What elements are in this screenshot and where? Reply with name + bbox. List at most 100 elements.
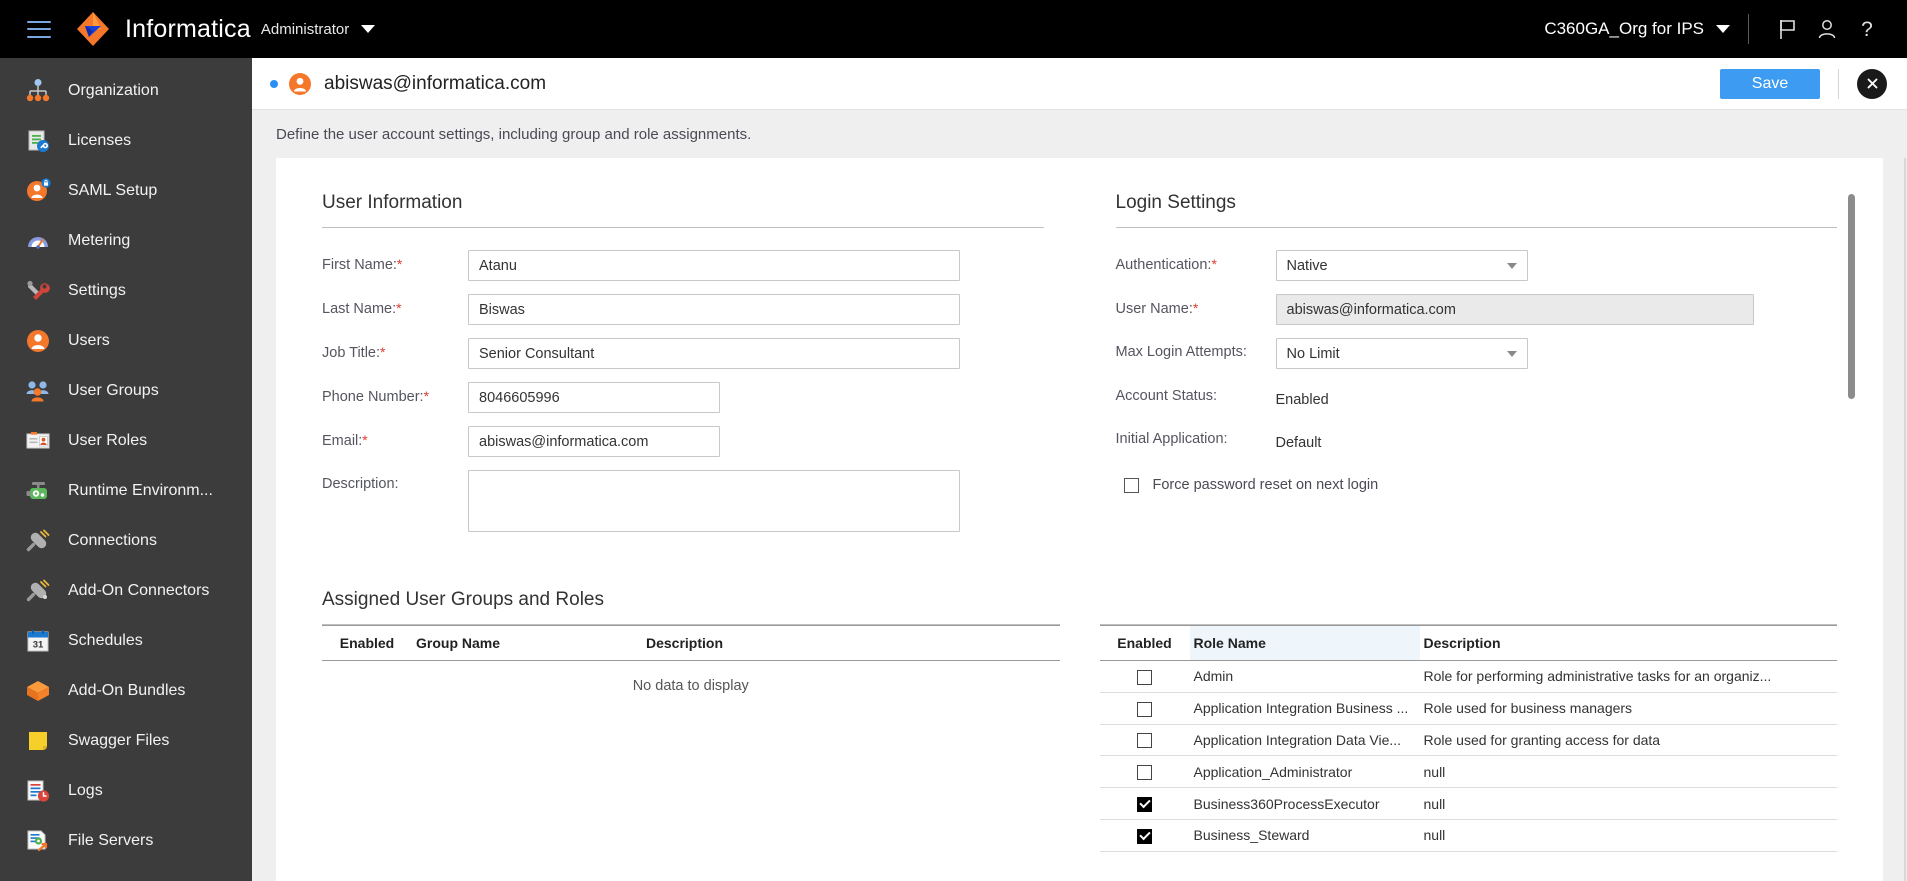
role-enabled-cell bbox=[1099, 787, 1190, 820]
informatica-logo-icon bbox=[77, 12, 109, 46]
groups-table-header-row: Enabled Group Name Description bbox=[322, 625, 1060, 661]
sidebar-item-file-servers[interactable]: File Servers bbox=[0, 816, 252, 866]
sidebar-item-logs[interactable]: Logs bbox=[0, 766, 252, 816]
page-header: abiswas@informatica.com Save bbox=[252, 58, 1907, 110]
role-enabled-checkbox[interactable] bbox=[1137, 796, 1152, 812]
page-title: abiswas@informatica.com bbox=[324, 72, 547, 94]
role-enabled-cell bbox=[1099, 724, 1190, 757]
max-login-attempts-select[interactable] bbox=[1275, 338, 1528, 369]
phone-number-input[interactable] bbox=[468, 382, 720, 413]
max-login-attempts-select-wrapper[interactable] bbox=[1275, 338, 1528, 369]
groups-header-enabled[interactable]: Enabled bbox=[322, 625, 412, 661]
org-chevron-down-icon[interactable] bbox=[1716, 25, 1730, 33]
roles-header-description[interactable]: Description bbox=[1419, 625, 1837, 661]
role-enabled-checkbox[interactable] bbox=[1137, 828, 1152, 844]
table-row[interactable]: Business_Steward null bbox=[1099, 819, 1837, 852]
sidebar-item-organization[interactable]: Organization bbox=[0, 66, 252, 116]
sidebar-item-licenses[interactable]: Licenses bbox=[0, 116, 252, 166]
table-row[interactable]: Application_Administrator null bbox=[1099, 755, 1837, 789]
authentication-select[interactable] bbox=[1275, 250, 1528, 281]
help-icon[interactable]: ? bbox=[1847, 9, 1887, 49]
required-marker: * bbox=[1192, 300, 1199, 316]
settings-tools-icon bbox=[24, 277, 52, 305]
page-header-divider bbox=[1838, 68, 1839, 99]
role-name-cell: Business360ProcessExecutor bbox=[1189, 787, 1420, 820]
role-enabled-checkbox[interactable] bbox=[1137, 701, 1152, 717]
field-first-name: First Name:* bbox=[322, 250, 1044, 281]
sidebar-item-swagger-files[interactable]: Swagger Files bbox=[0, 716, 252, 766]
phone-number-label: Phone Number:* bbox=[322, 382, 468, 405]
user-name-input bbox=[1275, 294, 1754, 325]
table-row[interactable]: Application Integration Data Vie... Role … bbox=[1099, 724, 1837, 757]
sidebar-item-label: Connections bbox=[68, 532, 157, 549]
roles-header-role-name[interactable]: Role Name bbox=[1189, 625, 1420, 661]
first-name-input[interactable] bbox=[468, 250, 960, 281]
roles-header-enabled[interactable]: Enabled bbox=[1099, 625, 1190, 661]
role-enabled-checkbox[interactable] bbox=[1137, 765, 1152, 781]
sidebar-item-user-roles[interactable]: User Roles bbox=[0, 416, 252, 466]
flag-icon[interactable] bbox=[1767, 9, 1807, 49]
user-icon bbox=[24, 327, 52, 355]
sidebar-item-label: Organization bbox=[68, 82, 159, 99]
app-shell: Organization Licenses SAML Setup Meterin… bbox=[0, 58, 1907, 881]
required-marker: * bbox=[1211, 256, 1217, 272]
svg-text:31: 31 bbox=[33, 640, 44, 651]
hamburger-menu-icon[interactable] bbox=[27, 20, 51, 38]
sidebar-item-label: Users bbox=[68, 332, 110, 349]
authentication-label-text: Authentication: bbox=[1115, 257, 1212, 273]
role-name-cell: Application_Administrator bbox=[1189, 755, 1420, 789]
sidebar-item-runtime-environments[interactable]: Runtime Environm... bbox=[0, 466, 252, 516]
sidebar-item-schedules[interactable]: 31 Schedules bbox=[0, 616, 252, 666]
file-servers-icon bbox=[24, 827, 52, 855]
content-scrollbar-thumb[interactable] bbox=[1848, 194, 1855, 399]
authentication-label: Authentication:* bbox=[1116, 250, 1276, 273]
sidebar-item-metering[interactable]: Metering bbox=[0, 216, 252, 266]
user-icon[interactable] bbox=[1807, 9, 1847, 49]
table-row[interactable]: Business360ProcessExecutor null bbox=[1099, 787, 1837, 820]
saml-user-lock-icon bbox=[24, 177, 52, 205]
role-enabled-checkbox[interactable] bbox=[1137, 733, 1152, 749]
force-password-reset-checkbox[interactable] bbox=[1123, 477, 1139, 493]
form-columns: User Information First Name:* Last Name:… bbox=[322, 192, 1837, 545]
description-textarea[interactable] bbox=[468, 470, 960, 532]
outer-scroll-track[interactable] bbox=[1904, 158, 1906, 881]
save-button[interactable]: Save bbox=[1720, 68, 1820, 99]
content-scroll-region: User Information First Name:* Last Name:… bbox=[252, 158, 1907, 881]
sidebar-item-label: Schedules bbox=[68, 632, 143, 649]
addon-bundle-box-icon bbox=[24, 677, 52, 705]
content-scrollbar[interactable] bbox=[1848, 194, 1855, 714]
required-marker: * bbox=[380, 344, 386, 360]
brand-chevron-down-icon[interactable] bbox=[361, 25, 376, 33]
role-enabled-checkbox[interactable] bbox=[1137, 669, 1152, 685]
email-input[interactable] bbox=[468, 426, 720, 457]
job-title-input[interactable] bbox=[468, 338, 960, 369]
roles-table-header-row: Enabled Role Name Description bbox=[1099, 625, 1837, 661]
sidebar-item-users[interactable]: Users bbox=[0, 316, 252, 366]
last-name-input[interactable] bbox=[468, 294, 960, 325]
active-status-dot bbox=[270, 79, 278, 88]
sidebar-item-saml-setup[interactable]: SAML Setup bbox=[0, 166, 252, 216]
authentication-select-wrapper[interactable] bbox=[1275, 250, 1528, 281]
role-description-cell: Role used for business managers bbox=[1419, 692, 1837, 725]
sidebar-item-connections[interactable]: Connections bbox=[0, 516, 252, 566]
sidebar-item-addon-connectors[interactable]: Add-On Connectors bbox=[0, 566, 252, 616]
field-job-title: Job Title:* bbox=[322, 338, 1044, 369]
organization-icon bbox=[24, 77, 52, 105]
table-row[interactable]: Admin Role for performing administrative … bbox=[1099, 660, 1837, 693]
groups-header-description[interactable]: Description bbox=[642, 625, 1060, 661]
close-icon[interactable] bbox=[1857, 68, 1887, 99]
groups-header-group-name[interactable]: Group Name bbox=[412, 625, 642, 661]
sidebar-item-settings[interactable]: Settings bbox=[0, 266, 252, 316]
org-selector-label[interactable]: C360GA_Org for IPS bbox=[1544, 19, 1704, 39]
sidebar-item-addon-bundles[interactable]: Add-On Bundles bbox=[0, 666, 252, 716]
brand-name: Informatica bbox=[125, 14, 251, 43]
sidebar-item-label: User Roles bbox=[68, 432, 148, 449]
role-enabled-cell bbox=[1099, 755, 1190, 789]
role-description-cell: null bbox=[1419, 787, 1837, 820]
sidebar-item-user-groups[interactable]: User Groups bbox=[0, 366, 252, 416]
table-row[interactable]: Application Integration Business ... Role… bbox=[1099, 692, 1837, 725]
assigned-section-title: Assigned User Groups and Roles bbox=[322, 589, 1060, 625]
role-enabled-cell bbox=[1099, 660, 1190, 693]
field-account-status: Account Status: Enabled bbox=[1116, 382, 1838, 412]
role-name-cell: Admin bbox=[1189, 660, 1420, 693]
